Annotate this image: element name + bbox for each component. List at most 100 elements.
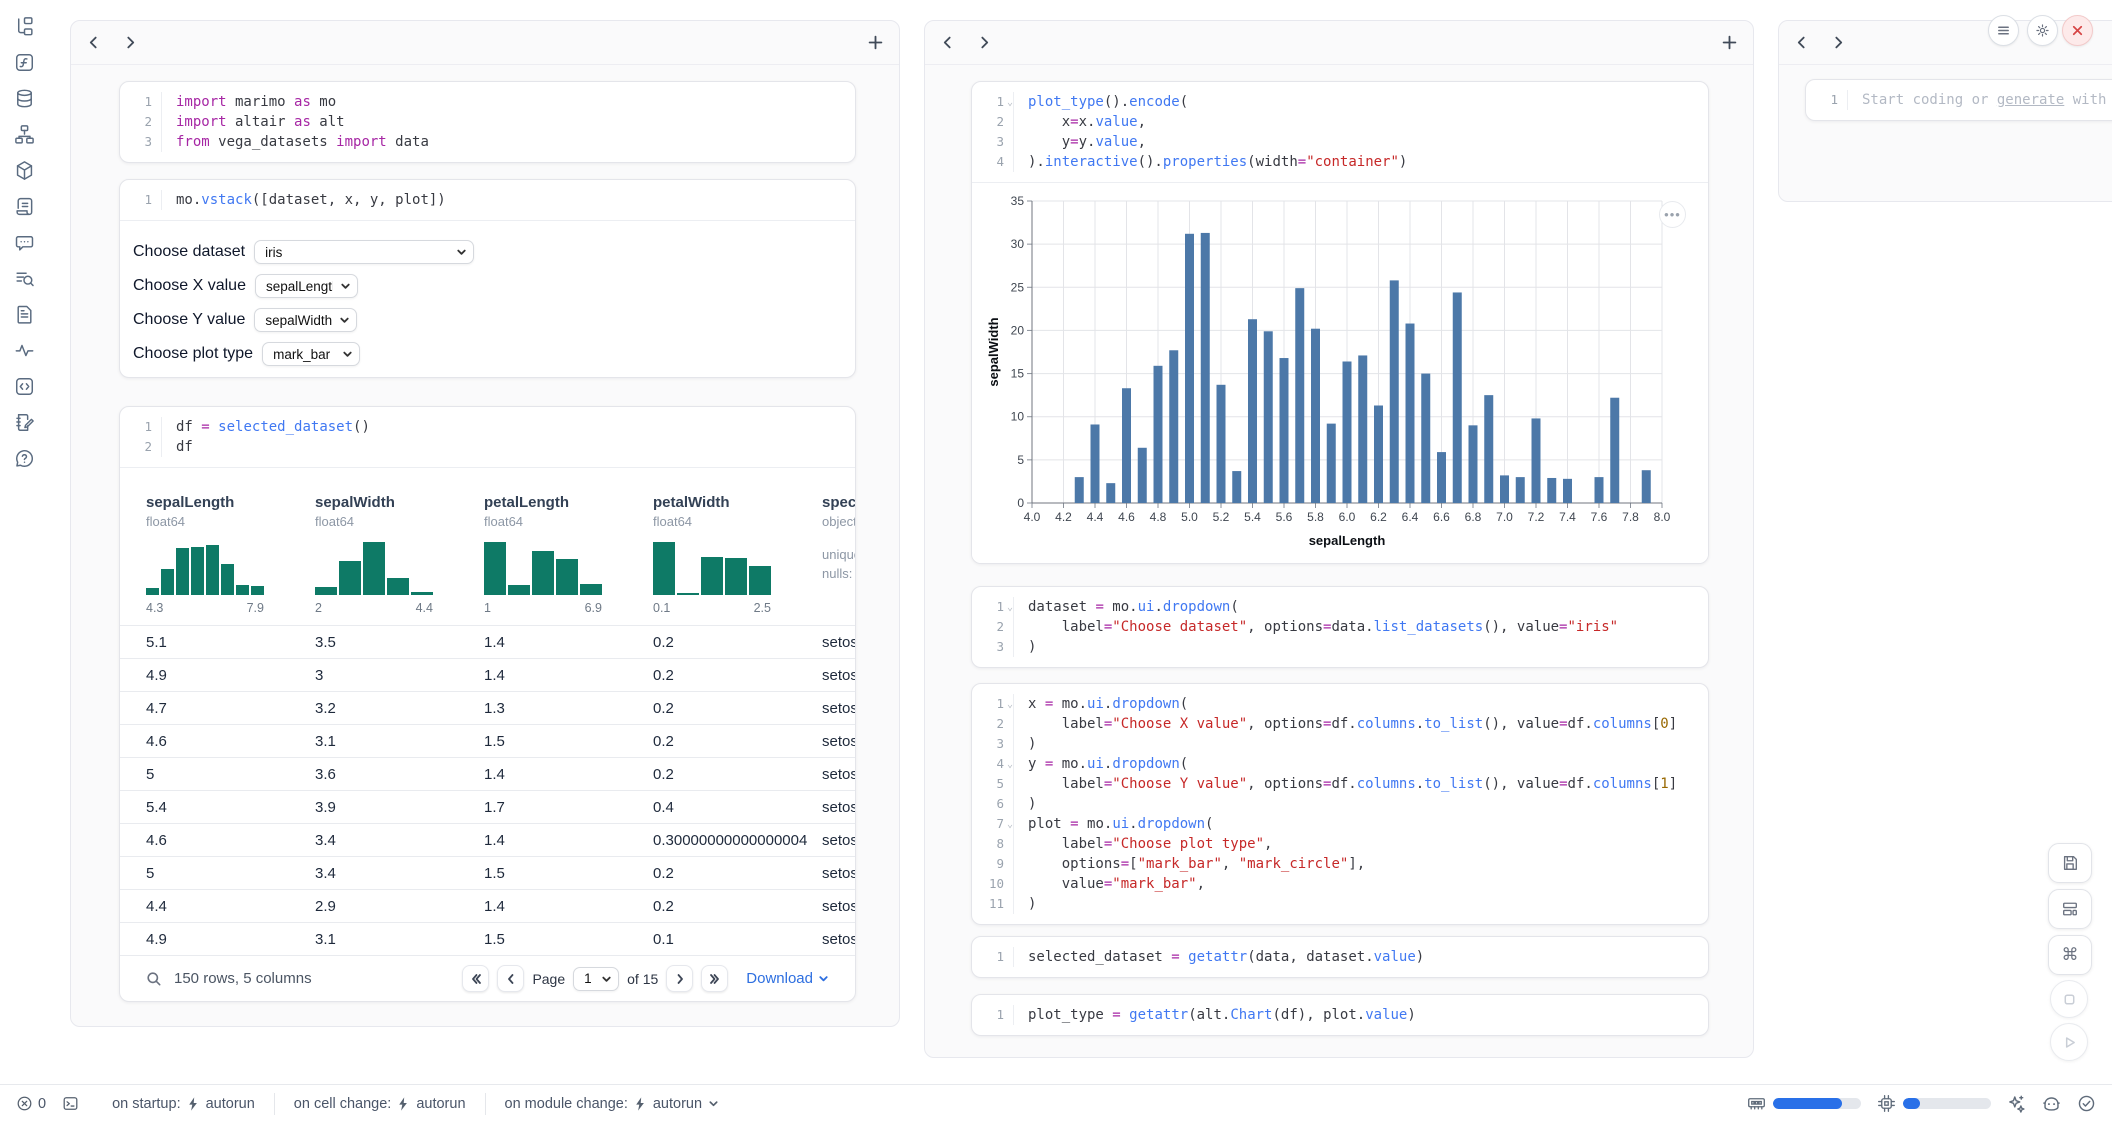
help-icon <box>14 448 35 469</box>
sidebar-snippets-button[interactable] <box>0 296 48 332</box>
ai-assistant-button[interactable] <box>2007 1094 2026 1113</box>
add-cell-button[interactable] <box>868 35 883 50</box>
robot-icon <box>2042 1094 2061 1113</box>
code-editor[interactable]: 1⌄dataset = mo.ui.dropdown(2 label="Choo… <box>972 587 1708 667</box>
sidebar-documentation-button[interactable] <box>0 260 48 296</box>
histogram-bar <box>221 564 234 595</box>
download-button[interactable]: Download <box>746 970 829 987</box>
next-page-button[interactable] <box>666 965 693 992</box>
sidebar-file-explorer-button[interactable] <box>0 8 48 44</box>
fold-chevron-icon[interactable]: ⌄ <box>1007 755 1013 775</box>
stop-button[interactable] <box>2050 980 2088 1018</box>
layout-button[interactable] <box>2048 889 2092 929</box>
table-cell: 1.4 <box>484 832 653 849</box>
close-panel-button[interactable] <box>2062 15 2093 46</box>
column-name: sepalWidth <box>315 494 484 511</box>
file-tree-icon <box>14 16 35 37</box>
code-line: 11) <box>972 894 1708 914</box>
sidebar-packages-button[interactable] <box>0 152 48 188</box>
sidebar-help-button[interactable] <box>0 440 48 476</box>
add-cell-button[interactable] <box>1722 35 1737 50</box>
histogram-bar <box>236 585 249 595</box>
sidebar-functions-button[interactable] <box>0 44 48 80</box>
x-value-select[interactable]: sepalLength <box>255 274 358 298</box>
dataset-select[interactable]: iris <box>254 240 474 264</box>
panel-prev-button[interactable] <box>941 36 954 49</box>
y-value-select[interactable]: sepalWidth <box>254 308 357 332</box>
copilot-button[interactable] <box>2042 1094 2061 1113</box>
autorun-setting[interactable]: on module change:autorun <box>486 1096 739 1112</box>
settings-button[interactable] <box>2027 15 2058 46</box>
autorun-setting[interactable]: on cell change:autorun <box>275 1096 485 1112</box>
error-indicator[interactable]: 0 <box>16 1095 46 1112</box>
terminal-button[interactable] <box>62 1095 79 1112</box>
plus-icon <box>868 35 883 50</box>
table-cell: 4.4 <box>146 898 315 915</box>
sidebar-dependency-graph-button[interactable] <box>0 116 48 152</box>
code-editor[interactable]: 1⌄x = mo.ui.dropdown(2 label="Choose X v… <box>972 684 1708 924</box>
command-palette-button[interactable]: ⌘ <box>2048 935 2092 975</box>
error-count: 0 <box>38 1096 46 1112</box>
table-cell: setosa <box>822 931 855 948</box>
sidebar-logs-button[interactable] <box>0 188 48 224</box>
code-line: 2 x=x.value, <box>972 112 1708 132</box>
sidebar-notebook-button[interactable] <box>0 404 48 440</box>
chart-actions-button[interactable]: ••• <box>1659 201 1686 228</box>
generate-ai-link[interactable]: generate <box>1997 92 2064 108</box>
connection-status-button[interactable] <box>2077 1094 2096 1113</box>
code-editor[interactable]: 1plot_type = getattr(alt.Chart(df), plot… <box>972 995 1708 1035</box>
fold-chevron-icon[interactable]: ⌄ <box>1007 598 1013 618</box>
code-line: 4⌄y = mo.ui.dropdown( <box>972 754 1708 774</box>
pagination: Page 1 of 15 Download <box>462 965 829 992</box>
dataframe-table: sepalLengthfloat644.37.9sepalWidthfloat6… <box>120 468 855 1001</box>
sidebar-datasources-button[interactable] <box>0 80 48 116</box>
fold-chevron-icon[interactable]: ⌄ <box>1007 815 1013 835</box>
panel-prev-button[interactable] <box>87 36 100 49</box>
code-editor[interactable]: 1⌄plot_type().encode(2 x=x.value,3 y=y.v… <box>972 82 1708 182</box>
save-button[interactable] <box>2048 843 2092 883</box>
column-name: sepalLength <box>146 494 315 511</box>
prev-page-button[interactable] <box>497 965 524 992</box>
bar <box>1075 477 1084 503</box>
page-count-label: of 15 <box>627 971 658 987</box>
code-editor[interactable]: 1selected_dataset = getattr(data, datase… <box>972 937 1708 977</box>
code-line: 4).interactive().properties(width="conta… <box>972 152 1708 172</box>
bar <box>1264 331 1273 503</box>
plot-type-select[interactable]: mark_bar <box>262 342 360 366</box>
sidebar-tracing-button[interactable] <box>0 332 48 368</box>
bar <box>1563 479 1572 503</box>
database-icon <box>14 88 35 109</box>
bar <box>1547 478 1556 503</box>
code-editor[interactable]: 1df = selected_dataset()2df <box>120 407 855 467</box>
panel-next-button[interactable] <box>124 36 137 49</box>
cell-imports: 1import marimo as mo2import altair as al… <box>119 81 856 163</box>
chevron-left-icon <box>505 973 517 985</box>
panel-prev-button[interactable] <box>1795 36 1808 49</box>
line-number: 1 <box>120 190 162 210</box>
page-select[interactable]: 1 <box>573 967 619 991</box>
run-all-button[interactable] <box>2050 1023 2088 1061</box>
empty-cell[interactable]: 1 Start coding or generate with AI <box>1805 79 2112 121</box>
fold-chevron-icon[interactable]: ⌄ <box>1007 695 1013 715</box>
code-editor[interactable]: 1mo.vstack([dataset, x, y, plot]) <box>120 180 855 220</box>
altair-chart[interactable]: 4.04.24.44.64.85.05.25.45.65.86.06.26.46… <box>986 187 1686 559</box>
autorun-setting[interactable]: on startup:autorun <box>93 1096 274 1112</box>
chevron-left-icon <box>1795 36 1808 49</box>
histogram-bar <box>532 551 554 595</box>
panel-next-button[interactable] <box>1832 36 1845 49</box>
sidebar-scratchpad-button[interactable] <box>0 368 48 404</box>
panel-next-button[interactable] <box>978 36 991 49</box>
sidebar-chat-button[interactable] <box>0 224 48 260</box>
svg-text:7.0: 7.0 <box>1496 510 1513 524</box>
search-icon[interactable] <box>146 971 162 987</box>
menu-button[interactable] <box>1988 15 2019 46</box>
last-page-button[interactable] <box>701 965 728 992</box>
table-row: 53.41.50.2setosa <box>120 856 855 889</box>
table-cell: 4.6 <box>146 832 315 849</box>
code-editor[interactable]: 1import marimo as mo2import altair as al… <box>120 82 855 162</box>
svg-text:4.2: 4.2 <box>1055 510 1072 524</box>
bar <box>1390 280 1399 503</box>
fold-chevron-icon[interactable]: ⌄ <box>1007 93 1013 113</box>
first-page-button[interactable] <box>462 965 489 992</box>
code-line: 2import altair as alt <box>120 112 855 132</box>
